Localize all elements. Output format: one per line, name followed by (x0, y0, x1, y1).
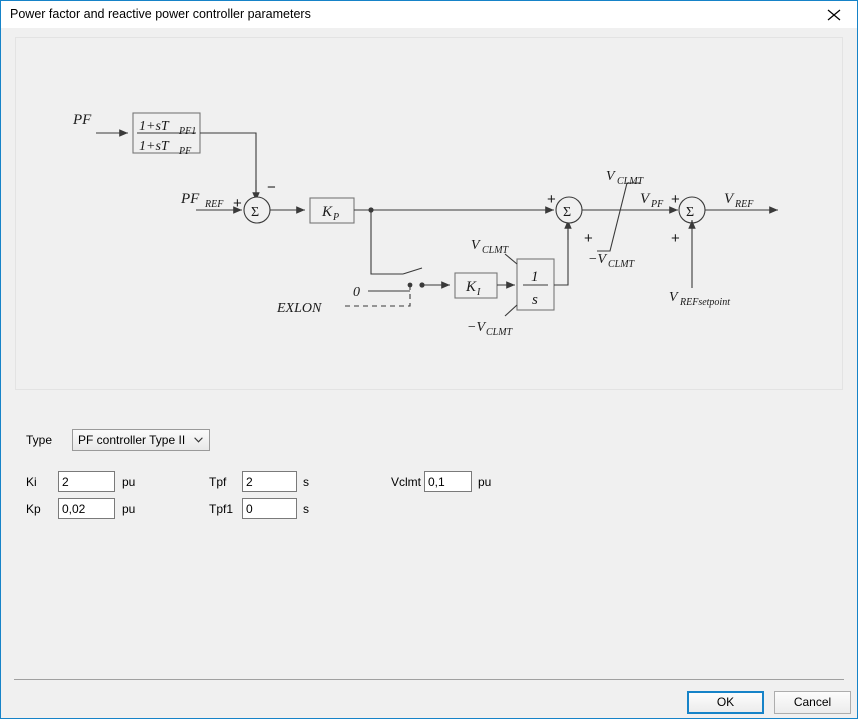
tpf-label: Tpf (209, 475, 227, 489)
ki-input[interactable] (58, 471, 115, 492)
parameters-form: Type PF controller Type II Ki pu Kp pu T… (1, 28, 857, 718)
tpf-unit: s (303, 475, 309, 489)
tpf1-input[interactable] (242, 498, 297, 519)
tpf-input[interactable] (242, 471, 297, 492)
dialog-content: PF 1+sT PF1 1+sT PF PF REF + − Σ K P 0 E… (1, 28, 857, 718)
ok-button[interactable]: OK (687, 691, 764, 714)
kp-input[interactable] (58, 498, 115, 519)
cancel-button[interactable]: Cancel (774, 691, 851, 714)
vclmt-label: Vclmt (391, 475, 421, 489)
type-select[interactable]: PF controller Type II (72, 429, 210, 451)
footer-separator (14, 679, 844, 680)
vclmt-unit: pu (478, 475, 492, 489)
close-button[interactable] (811, 1, 857, 27)
dialog-window: Power factor and reactive power controll… (0, 0, 858, 719)
tpf1-unit: s (303, 502, 309, 516)
vclmt-input[interactable] (424, 471, 472, 492)
close-icon (827, 9, 841, 21)
title-bar: Power factor and reactive power controll… (1, 1, 857, 28)
ki-unit: pu (122, 475, 136, 489)
kp-label: Kp (26, 502, 41, 516)
window-title: Power factor and reactive power controll… (10, 7, 311, 21)
tpf1-label: Tpf1 (209, 502, 234, 516)
type-select-value: PF controller Type II (78, 433, 186, 447)
chevron-down-icon (194, 437, 203, 443)
kp-unit: pu (122, 502, 136, 516)
type-label: Type (26, 433, 53, 447)
ki-label: Ki (26, 475, 37, 489)
